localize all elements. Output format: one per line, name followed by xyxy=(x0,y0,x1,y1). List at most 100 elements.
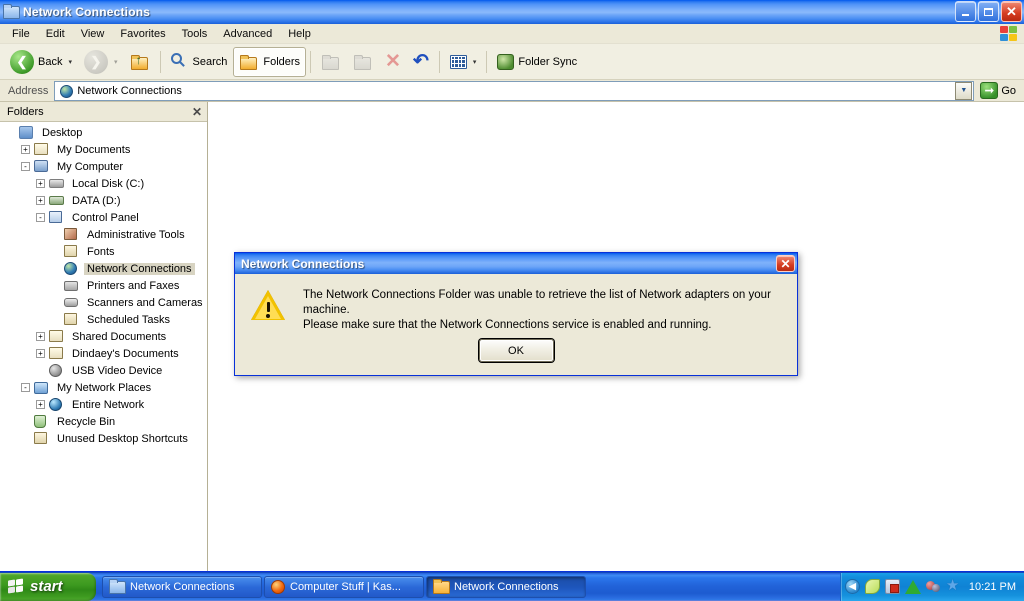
folders-pane-close-icon[interactable]: ✕ xyxy=(192,105,202,119)
undo-button[interactable]: ↶ xyxy=(407,47,435,77)
folders-button[interactable]: Folders xyxy=(233,47,306,77)
error-dialog: Network Connections ✕ The Network Connec… xyxy=(234,252,798,376)
address-dropdown-caret[interactable]: ▼ xyxy=(955,82,972,100)
forward-dropdown-caret[interactable]: ▾ xyxy=(114,58,118,66)
tree-item-scheduled-tasks[interactable]: Scheduled Tasks xyxy=(0,311,207,328)
clock[interactable]: 10:21 PM xyxy=(969,581,1016,593)
tree-item-printers-and-faxes[interactable]: Printers and Faxes xyxy=(0,277,207,294)
tree-item-label: Local Disk (C:) xyxy=(69,178,147,190)
tree-item-entire-network[interactable]: +Entire Network xyxy=(0,396,207,413)
menu-item-file[interactable]: File xyxy=(4,26,38,42)
tree-item-recycle-bin[interactable]: Recycle Bin xyxy=(0,413,207,430)
magnifier-icon xyxy=(171,53,189,71)
tree-item-data-d[interactable]: + DATA (D:) xyxy=(0,192,207,209)
tree-item-fonts[interactable]: Fonts xyxy=(0,243,207,260)
menu-item-advanced[interactable]: Advanced xyxy=(215,26,280,42)
delete-button[interactable]: ✕ xyxy=(379,47,407,77)
tree-item-unused-desktop-shortcuts[interactable]: Unused Desktop Shortcuts xyxy=(0,430,207,447)
folder-icon xyxy=(34,431,50,446)
close-button[interactable]: ✕ xyxy=(1001,1,1022,22)
expand-icon[interactable]: + xyxy=(36,196,45,205)
tree-item-my-network-places[interactable]: -My Network Places xyxy=(0,379,207,396)
expand-icon[interactable]: + xyxy=(36,349,45,358)
tree-item-label: Recycle Bin xyxy=(54,416,118,428)
move-to-folder-icon xyxy=(321,53,341,71)
collapse-icon[interactable]: - xyxy=(21,162,30,171)
tree-item-control-panel[interactable]: - Control Panel xyxy=(0,209,207,226)
folders-pane-title: Folders xyxy=(7,106,44,118)
control-panel-icon xyxy=(49,210,65,225)
network-globe-icon xyxy=(60,85,73,98)
expand-icon[interactable]: + xyxy=(36,179,45,188)
task-button-firefox[interactable]: Computer Stuff | Kas... xyxy=(264,576,424,598)
collapse-icon[interactable]: - xyxy=(36,213,45,222)
task-button-network-connections-1[interactable]: Network Connections xyxy=(102,576,262,598)
green-triangle-tray-icon[interactable] xyxy=(905,580,921,594)
maximize-button[interactable] xyxy=(978,1,999,22)
dialog-message-line-2: Please make sure that the Network Connec… xyxy=(303,318,781,333)
tree-item-my-computer[interactable]: - My Computer xyxy=(0,158,207,175)
tree-item-label: Fonts xyxy=(84,246,118,258)
go-button[interactable]: ➞ Go xyxy=(974,82,1022,99)
tree-item-dindaey-s-documents[interactable]: +Dindaey's Documents xyxy=(0,345,207,362)
expand-icon[interactable]: + xyxy=(36,332,45,341)
forward-button[interactable]: ❯ ▾ xyxy=(78,47,124,77)
views-button[interactable]: ▾ xyxy=(444,47,483,77)
dialog-title: Network Connections xyxy=(241,257,364,271)
tree-item-label: My Computer xyxy=(54,161,126,173)
tree-item-shared-documents[interactable]: +Shared Documents xyxy=(0,328,207,345)
menu-item-help[interactable]: Help xyxy=(280,26,319,42)
minimize-button[interactable] xyxy=(955,1,976,22)
tree-item-usb-video-device[interactable]: USB Video Device xyxy=(0,362,207,379)
dialog-message: The Network Connections Folder was unabl… xyxy=(303,288,781,333)
my-documents-icon xyxy=(34,142,50,157)
dialog-title-bar: Network Connections ✕ xyxy=(235,253,797,274)
show-hidden-icons-button[interactable]: ◀ xyxy=(845,579,860,594)
up-button[interactable]: ↑ xyxy=(124,47,156,77)
menu-item-favorites[interactable]: Favorites xyxy=(112,26,173,42)
menu-item-edit[interactable]: Edit xyxy=(38,26,73,42)
tree-item-administrative-tools[interactable]: Administrative Tools xyxy=(0,226,207,243)
entire-network-icon xyxy=(49,397,65,412)
tree-item-label: Network Connections xyxy=(84,263,195,275)
views-grid-icon xyxy=(450,55,467,69)
toolbar-separator xyxy=(310,51,311,73)
audio-devices-tray-icon[interactable] xyxy=(926,579,941,594)
scheduled-tasks-icon xyxy=(64,312,80,327)
tree-item-scanners-and-cameras[interactable]: Scanners and Cameras xyxy=(0,294,207,311)
expand-icon[interactable]: + xyxy=(36,400,45,409)
tree-item-network-connections[interactable]: Network Connections xyxy=(0,260,207,277)
address-input[interactable]: Network Connections ▼ xyxy=(54,81,974,101)
task-button-network-connections-2[interactable]: Network Connections xyxy=(426,576,586,598)
dialog-body: The Network Connections Folder was unabl… xyxy=(235,274,797,333)
search-button[interactable]: Search xyxy=(165,47,234,77)
ok-button[interactable]: OK xyxy=(479,339,554,362)
back-dropdown-caret[interactable]: ▾ xyxy=(68,58,72,66)
expand-icon[interactable]: + xyxy=(21,145,30,154)
firefox-icon xyxy=(271,580,285,594)
internet-explorer-tray-icon[interactable] xyxy=(885,579,900,594)
tree-item-desktop[interactable]: Desktop xyxy=(0,124,207,141)
tree-item-local-disk-c[interactable]: + Local Disk (C:) xyxy=(0,175,207,192)
tree-item-label: Scanners and Cameras xyxy=(84,297,206,309)
back-button[interactable]: ❮ Back ▾ xyxy=(4,47,78,77)
tree-item-my-documents[interactable]: +My Documents xyxy=(0,141,207,158)
move-to-button[interactable] xyxy=(315,47,347,77)
my-network-places-icon xyxy=(34,380,50,395)
leaf-tray-icon[interactable] xyxy=(865,579,880,594)
tree-item-label: DATA (D:) xyxy=(69,195,123,207)
views-dropdown-caret[interactable]: ▾ xyxy=(473,58,477,66)
copy-to-button[interactable] xyxy=(347,47,379,77)
tree-item-label: Control Panel xyxy=(69,212,142,224)
menu-item-view[interactable]: View xyxy=(73,26,113,42)
star-tray-icon[interactable]: ★ xyxy=(946,579,961,594)
folder-network-icon xyxy=(3,4,19,20)
menu-item-tools[interactable]: Tools xyxy=(174,26,216,42)
folder-tree[interactable]: Desktop+My Documents - My Computer + Local D… xyxy=(0,122,207,571)
search-label: Search xyxy=(193,56,228,68)
dialog-close-button[interactable]: ✕ xyxy=(776,255,795,272)
network-connections-icon xyxy=(64,261,80,276)
start-button[interactable]: start xyxy=(0,573,96,601)
folder-sync-button[interactable]: Folder Sync xyxy=(491,47,583,77)
collapse-icon[interactable]: - xyxy=(21,383,30,392)
